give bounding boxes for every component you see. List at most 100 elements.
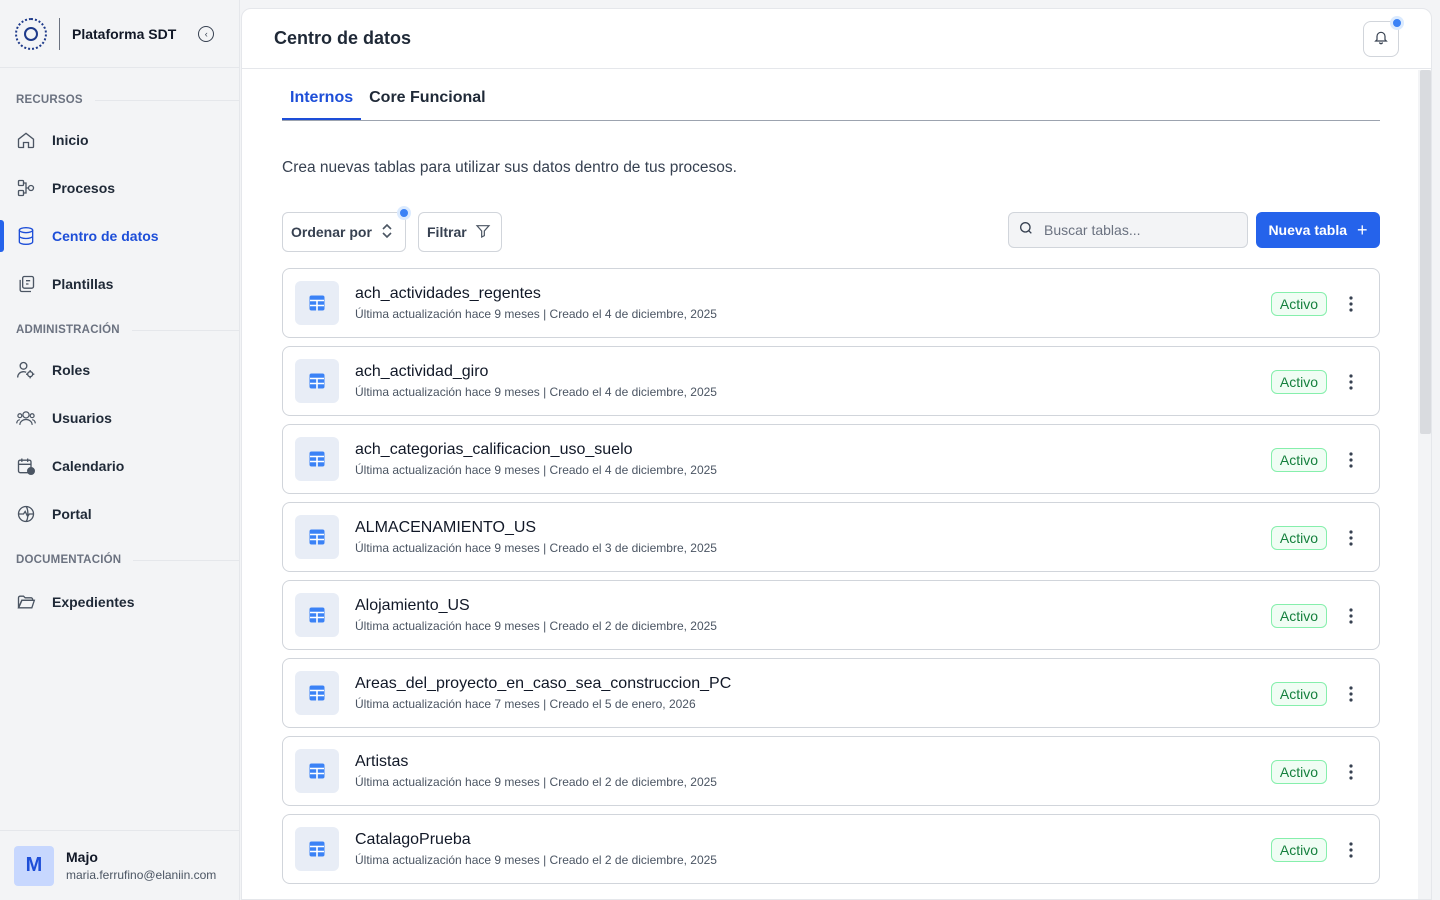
- table-row[interactable]: Areas_del_proyecto_en_caso_sea_construcc…: [282, 658, 1380, 728]
- calendar-icon: [16, 456, 36, 476]
- more-options-icon[interactable]: [1341, 683, 1361, 705]
- brand-name: Plataforma SDT: [72, 25, 177, 42]
- tab-core-funcional[interactable]: Core Funcional: [361, 89, 493, 120]
- user-name: Majo: [66, 849, 98, 865]
- user-roles-icon: [16, 360, 36, 380]
- sidebar-item-inicio[interactable]: Inicio: [0, 116, 239, 164]
- portal-icon: [16, 504, 36, 524]
- users-icon: [16, 408, 36, 428]
- table-row[interactable]: CatalagoPrueba Última actualización hace…: [282, 814, 1380, 884]
- avatar: M: [14, 845, 54, 886]
- more-options-icon[interactable]: [1341, 839, 1361, 861]
- collapse-sidebar-icon[interactable]: ‹: [198, 25, 215, 42]
- table-icon: [295, 437, 339, 481]
- order-by-button[interactable]: Ordenar por: [282, 206, 411, 252]
- table-icon: [295, 359, 339, 403]
- user-profile[interactable]: M Majo maria.ferrufino@elaniin.com: [0, 830, 240, 900]
- table-icon: [295, 749, 339, 793]
- sort-icon: [380, 223, 394, 242]
- home-icon: [16, 130, 36, 150]
- filter-label: Filtrar: [427, 224, 467, 240]
- flow-icon: [16, 178, 36, 198]
- more-options-icon[interactable]: [1341, 761, 1361, 783]
- table-name: Areas_del_proyecto_en_caso_sea_construcc…: [355, 675, 732, 692]
- table-row[interactable]: ach_categorias_calificacion_uso_suelo Úl…: [282, 424, 1380, 494]
- government-seal-logo: [15, 17, 47, 50]
- more-options-icon[interactable]: [1341, 371, 1361, 393]
- sidebar-item-roles[interactable]: Roles: [0, 346, 239, 394]
- order-by-label: Ordenar por: [291, 224, 372, 240]
- table-name: ALMACENAMIENTO_US: [355, 519, 537, 536]
- search-input[interactable]: [1044, 222, 1234, 238]
- table-name: Artistas: [355, 753, 409, 770]
- folder-icon: [16, 592, 36, 612]
- status-badge: Activo: [1270, 838, 1327, 862]
- scrollbar-thumb[interactable]: [1420, 70, 1431, 434]
- table-row[interactable]: ach_actividad_giro Última actualización …: [282, 346, 1380, 416]
- sidebar-item-label: Centro de datos: [52, 228, 159, 244]
- more-options-icon[interactable]: [1341, 527, 1361, 549]
- status-badge: Activo: [1270, 604, 1327, 628]
- sidebar-item-calendario[interactable]: Calendario: [0, 442, 239, 490]
- brand-divider: [59, 17, 60, 50]
- sidebar-item-expedientes[interactable]: Expedientes: [0, 578, 239, 626]
- sidebar-item-usuarios[interactable]: Usuarios: [0, 394, 239, 442]
- more-options-icon[interactable]: [1341, 449, 1361, 471]
- sidebar-item-label: Usuarios: [52, 410, 112, 426]
- sidebar-item-label: Portal: [52, 506, 92, 522]
- section-label-administracion: ADMINISTRACIÓN: [0, 320, 239, 340]
- table-meta: Última actualización hace 9 meses | Crea…: [355, 619, 717, 633]
- tab-bar: Internos Core Funcional: [282, 70, 1380, 121]
- table-meta: Última actualización hace 9 meses | Crea…: [355, 385, 717, 399]
- filter-icon: [475, 223, 491, 242]
- table-name: ach_actividades_regentes: [355, 285, 541, 302]
- table-row[interactable]: Alojamiento_US Última actualización hace…: [282, 580, 1380, 650]
- sidebar-item-centro-de-datos[interactable]: Centro de datos: [0, 212, 239, 260]
- table-row[interactable]: Artistas Última actualización hace 9 mes…: [282, 736, 1380, 806]
- table-name: Alojamiento_US: [355, 597, 470, 614]
- bell-icon: [1373, 29, 1389, 50]
- status-badge: Activo: [1270, 370, 1327, 394]
- sidebar-item-plantillas[interactable]: Plantillas: [0, 260, 239, 308]
- tab-internos[interactable]: Internos: [282, 89, 362, 120]
- tables-list: ach_actividades_regentes Última actualiz…: [282, 268, 1380, 884]
- notifications-button[interactable]: [1363, 16, 1404, 57]
- sidebar-item-label: Plantillas: [52, 276, 114, 292]
- table-meta: Última actualización hace 9 meses | Crea…: [355, 853, 717, 867]
- table-icon: [295, 671, 339, 715]
- status-badge: Activo: [1270, 682, 1327, 706]
- table-icon: [295, 281, 339, 325]
- filter-button[interactable]: Filtrar: [418, 212, 502, 252]
- table-meta: Última actualización hace 9 meses | Crea…: [355, 307, 717, 321]
- sidebar-item-portal[interactable]: Portal: [0, 490, 239, 538]
- search-icon: [1018, 220, 1034, 241]
- sidebar-item-procesos[interactable]: Procesos: [0, 164, 239, 212]
- table-name: ach_categorias_calificacion_uso_suelo: [355, 441, 633, 458]
- status-badge: Activo: [1270, 292, 1327, 316]
- templates-icon: [16, 274, 36, 294]
- database-icon: [16, 226, 36, 246]
- status-badge: Activo: [1270, 526, 1327, 550]
- sidebar-item-label: Roles: [52, 362, 91, 378]
- more-options-icon[interactable]: [1341, 605, 1361, 627]
- status-badge: Activo: [1270, 760, 1327, 784]
- status-badge: Activo: [1270, 448, 1327, 472]
- new-table-label: Nueva tabla: [1268, 222, 1348, 238]
- table-row[interactable]: ach_actividades_regentes Última actualiz…: [282, 268, 1380, 338]
- sidebar-item-label: Inicio: [52, 132, 89, 148]
- section-label-recursos: RECURSOS: [0, 90, 239, 110]
- new-table-button[interactable]: Nueva tabla +: [1256, 212, 1380, 248]
- content-area: Internos Core Funcional Crea nuevas tabl…: [282, 70, 1380, 892]
- list-toolbar: Ordenar por Filtrar Nueva tabla: [282, 206, 1380, 252]
- table-meta: Última actualización hace 9 meses | Crea…: [355, 541, 717, 555]
- brand-header: Plataforma SDT ‹: [0, 0, 239, 68]
- table-icon: [295, 827, 339, 871]
- scrollbar[interactable]: [1418, 70, 1431, 899]
- table-meta: Última actualización hace 9 meses | Crea…: [355, 775, 717, 789]
- more-options-icon[interactable]: [1341, 293, 1361, 315]
- user-email: maria.ferrufino@elaniin.com: [66, 868, 217, 882]
- sidebar-item-label: Procesos: [52, 180, 116, 196]
- table-row[interactable]: ALMACENAMIENTO_US Última actualización h…: [282, 502, 1380, 572]
- table-meta: Última actualización hace 9 meses | Crea…: [355, 463, 717, 477]
- table-meta: Última actualización hace 7 meses | Crea…: [355, 697, 696, 711]
